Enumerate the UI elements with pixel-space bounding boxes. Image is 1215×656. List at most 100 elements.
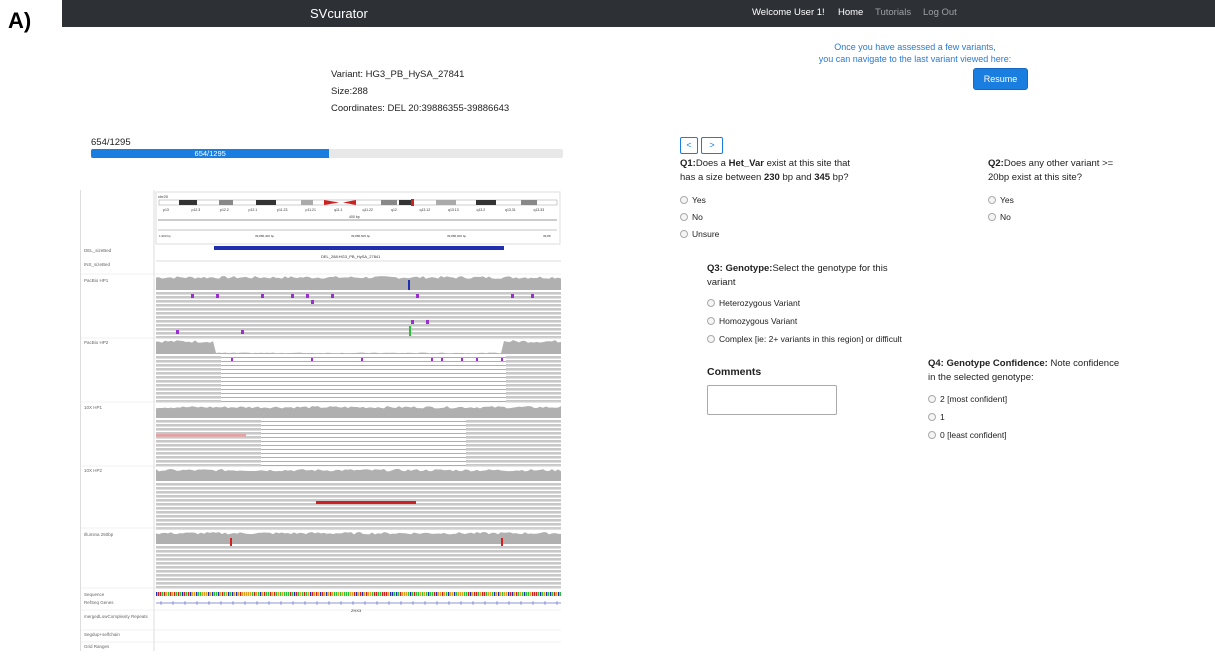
insertion-mark [216,294,219,298]
nav-home-link[interactable]: Home [838,7,863,18]
base [436,592,438,596]
igv-image: chr20 p13 p12.3 p12.2 p12.1 p11.23 p11.21 q11.… [81,190,562,651]
base [388,592,390,596]
base [224,592,226,596]
read [156,566,561,569]
base [464,592,466,596]
base [526,592,528,596]
base [166,592,168,596]
q1-option-unsure[interactable]: Unsure [680,229,719,239]
q2-option-yes[interactable]: Yes [988,195,1014,205]
radio-icon[interactable] [707,335,715,343]
base [380,592,382,596]
base [200,592,202,596]
base [226,592,228,596]
radio-icon[interactable] [680,196,688,204]
radio-icon[interactable] [707,317,715,325]
nav-logout-link[interactable]: Log Out [923,7,957,18]
track-label: Sequence [84,592,105,597]
q3-option-heterozygous[interactable]: Heterozygous Variant [707,298,800,308]
base [240,592,242,596]
base [300,592,302,596]
q1-option-no[interactable]: No [680,212,703,222]
radio-icon[interactable] [988,213,996,221]
read [506,392,561,395]
q3-option-complex[interactable]: Complex [ie: 2+ variants in this region]… [707,334,902,344]
radio-icon[interactable] [680,230,688,238]
radio-icon[interactable] [680,213,688,221]
band-label: q12 [391,208,397,212]
base [430,592,432,596]
radio-icon[interactable] [928,413,936,421]
read [156,388,221,391]
base [370,592,372,596]
radio-icon[interactable] [988,196,996,204]
variant-coordinates: Coordinates: DEL 20:39886355-39886643 [331,103,510,114]
base [182,592,184,596]
feature-label: DEL_288:HG3_PB_HySA_27841 [321,254,381,259]
base [318,592,320,596]
insertion-mark [501,358,503,361]
base [222,592,224,596]
base [290,592,292,596]
insertion-mark [231,358,233,361]
next-variant-button[interactable]: > [701,137,723,154]
brand-link[interactable]: SVcurator [310,6,368,21]
comments-textarea[interactable] [707,385,837,415]
base [220,592,222,596]
prev-variant-button[interactable]: < [680,137,698,154]
band-label: q13.2 [477,208,486,212]
q1-text: Q1:Does a Het_Var exist at this site tha… [680,158,851,183]
base [498,592,500,596]
igv-genome-view: chr20 p13 p12.3 p12.2 p12.1 p11.23 p11.21 q11.… [80,190,562,651]
radio-icon[interactable] [928,395,936,403]
q2-option-no[interactable]: No [988,212,1011,222]
base [184,592,186,596]
read [316,501,416,504]
base [452,592,454,596]
read [506,368,561,371]
read [156,491,561,494]
base [518,592,520,596]
base [268,592,270,596]
base [208,592,210,596]
resume-button[interactable]: Resume [973,68,1028,90]
q3-option-homozygous[interactable]: Homozygous Variant [707,316,797,326]
read [506,384,561,387]
q2-text: Q2:Does any other variant >= 20bp exist a… [988,158,1114,183]
base [402,592,404,596]
base [186,592,188,596]
base [548,592,550,596]
read [156,483,561,486]
q4-option-1[interactable]: 1 [928,412,945,422]
radio-icon[interactable] [707,299,715,307]
base [516,592,518,596]
base [396,592,398,596]
base [398,592,400,596]
base [474,592,476,596]
base [360,592,362,596]
base [332,592,334,596]
read [156,420,261,423]
base [244,592,246,596]
ruler-label: 1,900 bp [159,234,171,238]
q1-option-yes[interactable]: Yes [680,195,706,205]
variant-mark [409,326,411,336]
q4-option-0[interactable]: 0 [least confident] [928,430,1007,440]
base [168,592,170,596]
nav-tutorials-link[interactable]: Tutorials [875,7,911,18]
base [462,592,464,596]
read [506,376,561,379]
q4-option-2[interactable]: 2 [most confident] [928,394,1007,404]
base [234,592,236,596]
base [536,592,538,596]
read [156,546,561,549]
read [156,434,246,437]
base [422,592,424,596]
base [510,592,512,596]
read [156,392,221,395]
base [528,592,530,596]
base [414,592,416,596]
radio-icon[interactable] [928,431,936,439]
base [466,592,468,596]
